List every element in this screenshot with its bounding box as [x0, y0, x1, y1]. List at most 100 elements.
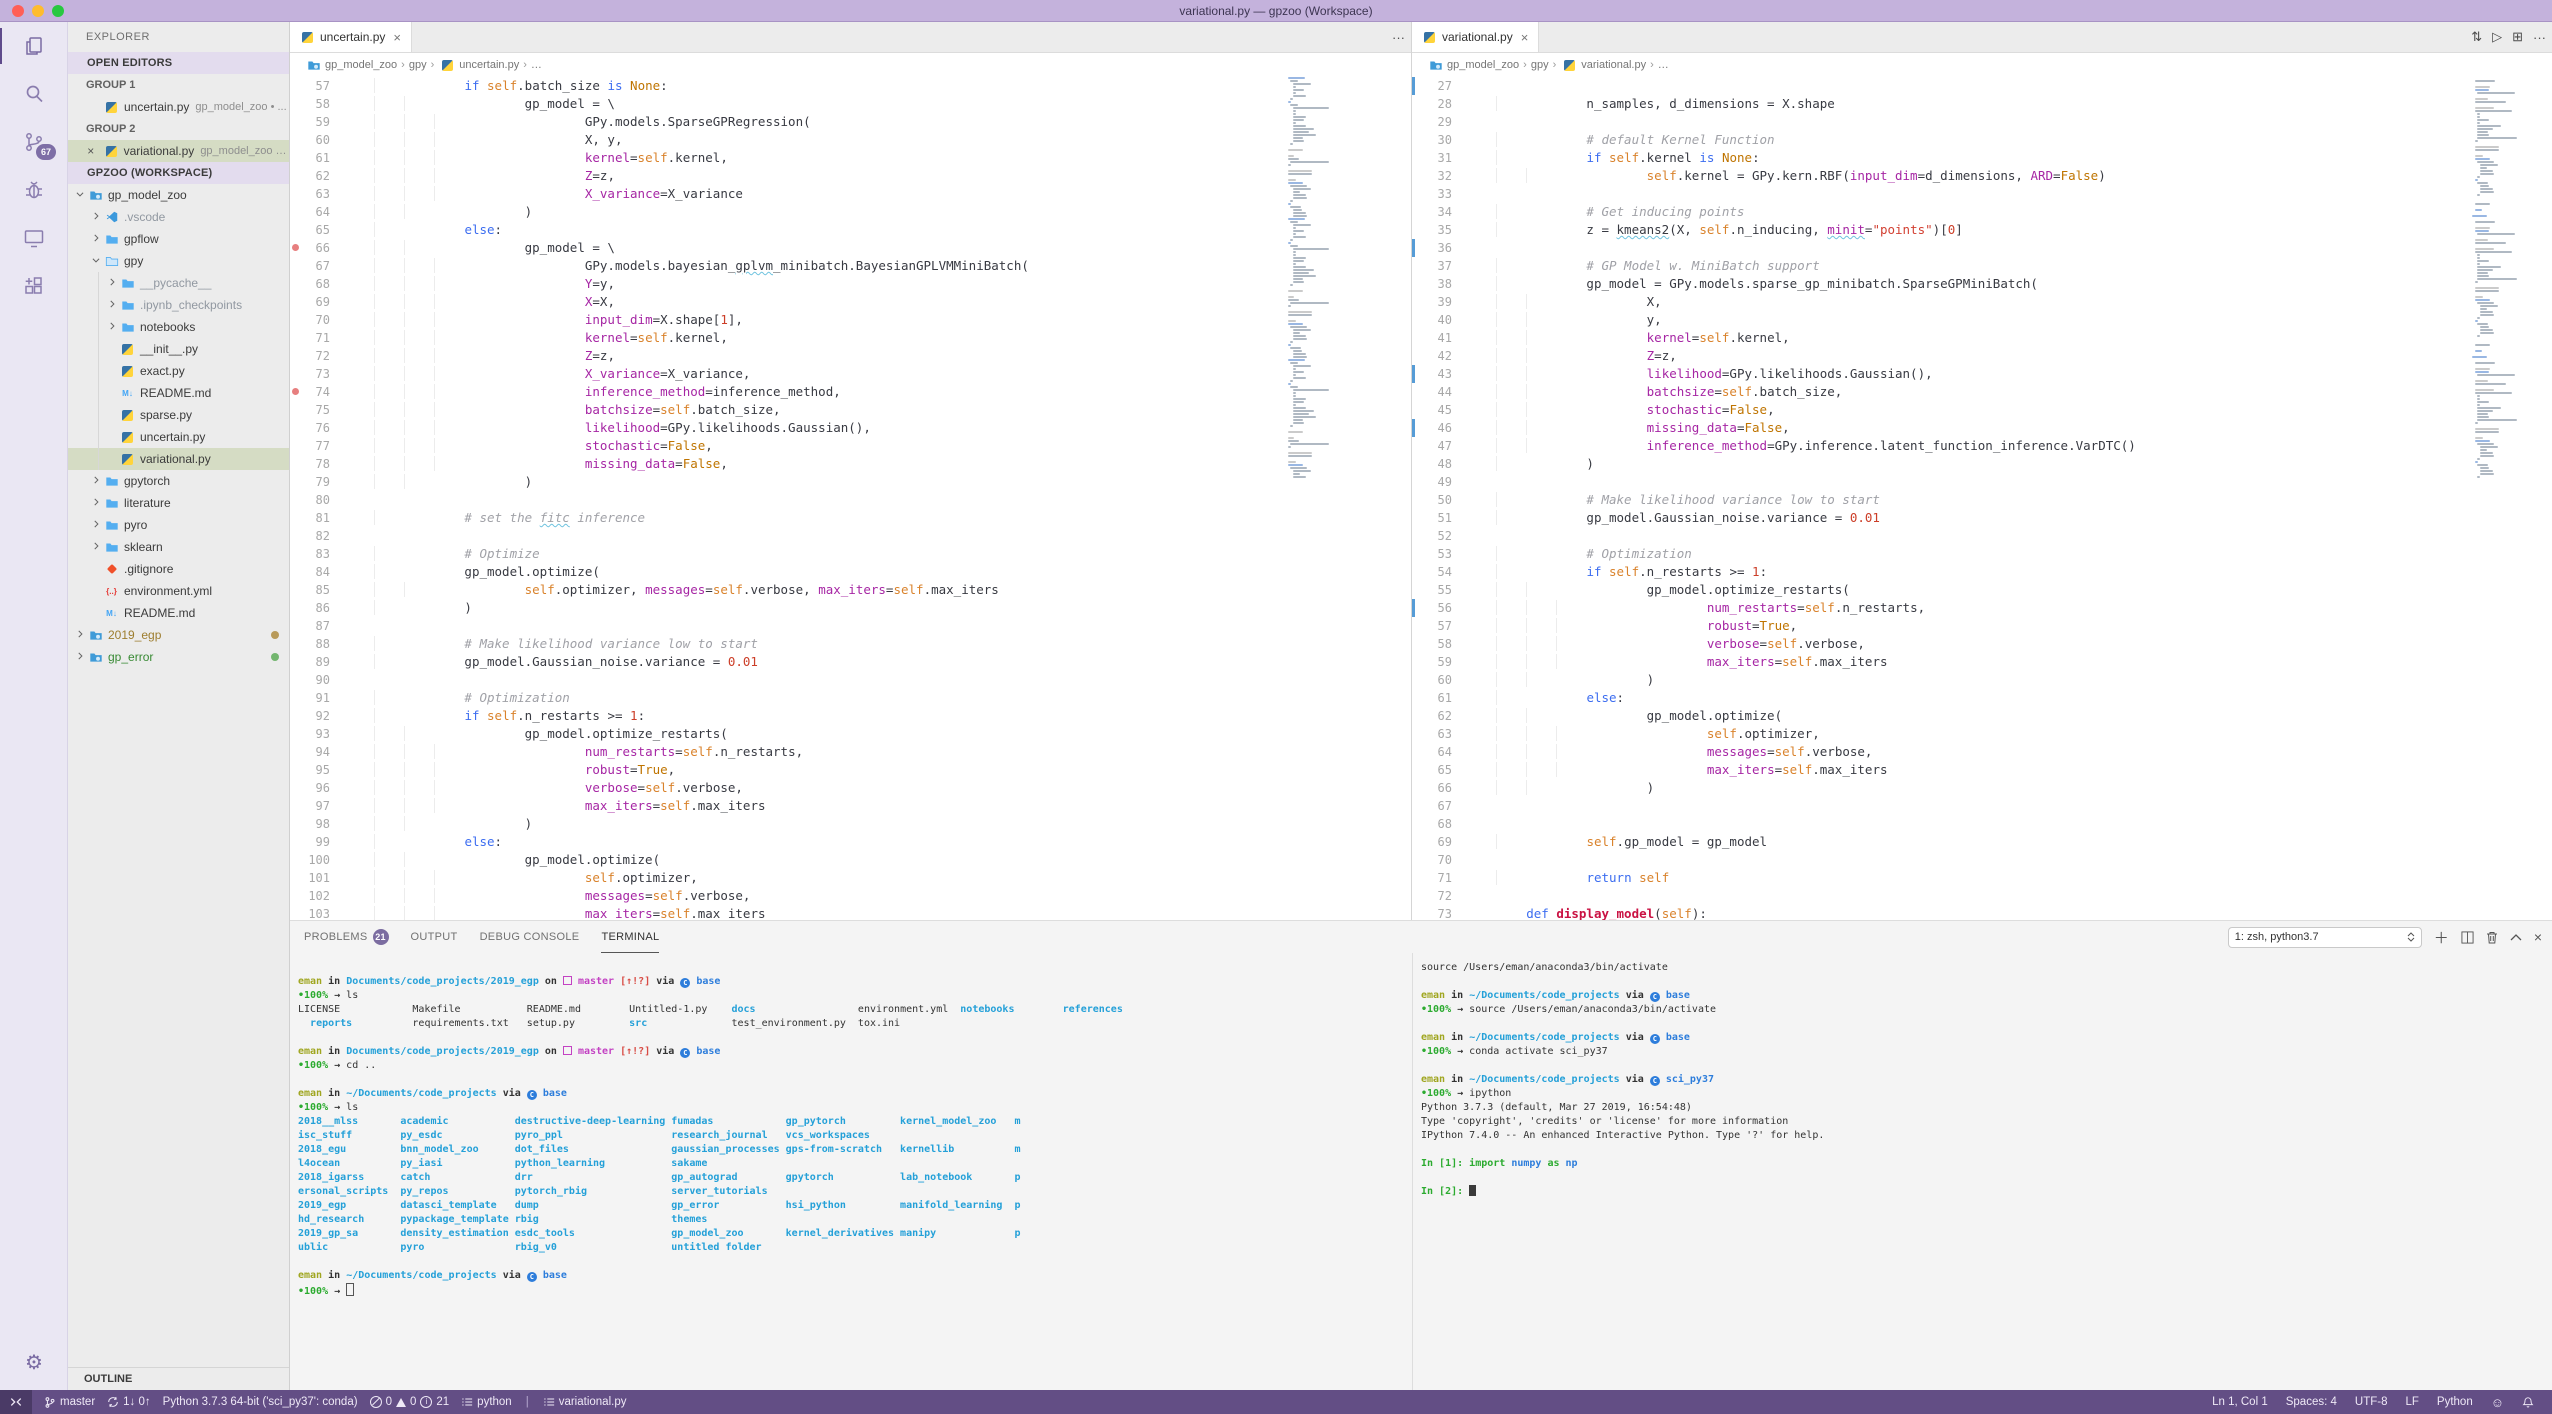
tree-item-gpflow[interactable]: gpflow	[68, 228, 289, 250]
breadcrumb-item[interactable]: gpy	[409, 59, 427, 71]
activity-extensions[interactable]	[0, 262, 68, 310]
remote-indicator[interactable]	[0, 1390, 32, 1414]
status-list[interactable]: variational.py	[543, 1396, 627, 1408]
tree-item-sklearn[interactable]: sklearn	[68, 536, 289, 558]
close-tab-icon[interactable]: ×	[1521, 30, 1529, 45]
feedback-smiley-icon[interactable]: ☺	[2491, 1395, 2504, 1410]
tree-item-pyro[interactable]: pyro	[68, 514, 289, 536]
split-terminal-button[interactable]	[2461, 931, 2474, 944]
tree-item-__init__.py[interactable]: __init__.py	[68, 338, 289, 360]
line-number: 47	[1412, 437, 1466, 455]
conda-icon: C	[1650, 1034, 1660, 1044]
status-problems[interactable]: 0021	[370, 1396, 450, 1408]
tree-item-environment.yml[interactable]: {..}environment.yml	[68, 580, 289, 602]
tree-item-.gitignore[interactable]: .gitignore	[68, 558, 289, 580]
code-line: 53 # Optimization	[1412, 545, 2552, 563]
tree-item-literature[interactable]: literature	[68, 492, 289, 514]
status-ln-1-col-1[interactable]: Ln 1, Col 1	[2212, 1396, 2268, 1408]
editor-action[interactable]: ···	[1392, 30, 1405, 45]
code-line: 32 self.kernel = GPy.kern.RBF(input_dim=…	[1412, 167, 2552, 185]
breadcrumb-item[interactable]: uncertain.py	[438, 58, 519, 72]
code-line: 90	[290, 671, 1411, 689]
editor-action[interactable]: ⊞	[2512, 29, 2523, 45]
new-terminal-button[interactable]: ＋	[2434, 927, 2449, 948]
panel-tab-debug-console[interactable]: DEBUG CONSOLE	[480, 921, 580, 953]
code-line: 102 messages=self.verbose,	[290, 887, 1411, 905]
status-branch[interactable]: master	[44, 1396, 95, 1409]
tree-item-README.md[interactable]: M↓README.md	[68, 382, 289, 404]
editor-action[interactable]: ▷	[2492, 29, 2502, 45]
code-line: 85 self.optimizer, messages=self.verbose…	[290, 581, 1411, 599]
terminal-select[interactable]: 1: zsh, python3.7	[2228, 927, 2422, 948]
activity-search[interactable]	[0, 70, 68, 118]
notifications-bell-icon[interactable]	[2522, 1396, 2534, 1409]
minimap[interactable]	[1283, 77, 1339, 479]
tree-item-gpytorch[interactable]: gpytorch	[68, 470, 289, 492]
terminal-left[interactable]: eman in Documents/code_projects/2019_egp…	[290, 953, 1412, 1390]
line-number: 60	[290, 131, 344, 149]
tree-item-gpy[interactable]: gpy	[68, 250, 289, 272]
kill-terminal-button[interactable]	[2486, 931, 2498, 944]
activity-explorer[interactable]	[0, 22, 68, 70]
tree-item-.vscode[interactable]: .vscode	[68, 206, 289, 228]
status-python-3-7-3-64-bit-sci-[interactable]: Python 3.7.3 64-bit ('sci_py37': conda)	[163, 1396, 358, 1408]
line-number: 69	[290, 293, 344, 311]
maximize-panel-button[interactable]	[2510, 933, 2522, 942]
tree-item-variational.py[interactable]: variational.py	[68, 448, 289, 470]
breadcrumb-more[interactable]: …	[531, 59, 542, 71]
breadcrumb-item[interactable]: gp_model_zoo	[325, 59, 397, 71]
code-editor[interactable]: 2728 n_samples, d_dimensions = X.shape29…	[1412, 77, 2552, 920]
activity-source-control[interactable]: 67	[0, 118, 68, 166]
tree-item-exact.py[interactable]: exact.py	[68, 360, 289, 382]
status-python[interactable]: Python	[2437, 1396, 2473, 1408]
line-number: 40	[1412, 311, 1466, 329]
tree-item-gp_model_zoo[interactable]: gp_model_zoo	[68, 184, 289, 206]
workspace-header[interactable]: GPZOO (WORKSPACE)	[68, 162, 289, 184]
python-icon	[120, 452, 135, 466]
status-list[interactable]: python	[461, 1396, 512, 1408]
panel-tab-output[interactable]: OUTPUT	[411, 921, 458, 953]
activity-remote-explorer[interactable]	[0, 214, 68, 262]
editor-action[interactable]: ···	[2533, 30, 2546, 45]
open-editor-variational.py[interactable]: ×variational.pygp_model_zoo • ...	[68, 140, 289, 162]
terminal-right[interactable]: source /Users/eman/anaconda3/bin/activat…	[1412, 953, 2552, 1390]
breadcrumb-item[interactable]: gpy	[1531, 59, 1549, 71]
code-editor[interactable]: 57 if self.batch_size is None:58 gp_mode…	[290, 77, 1411, 920]
line-number: 62	[290, 167, 344, 185]
open-editors-header[interactable]: OPEN EDITORS	[68, 52, 289, 74]
settings-gear-icon[interactable]: ⚙	[0, 1342, 68, 1382]
gutter-mark	[292, 388, 299, 395]
open-editor-uncertain.py[interactable]: uncertain.pygp_model_zoo • ...	[68, 96, 289, 118]
tab-variational.py[interactable]: variational.py×	[1412, 22, 1539, 52]
close-panel-button[interactable]: ×	[2534, 929, 2542, 945]
status-utf-8[interactable]: UTF-8	[2355, 1396, 2388, 1408]
line-number: 39	[1412, 293, 1466, 311]
tree-item-gp_error[interactable]: gp_error	[68, 646, 289, 668]
close-tab-icon[interactable]: ×	[393, 30, 401, 45]
line-number: 58	[290, 95, 344, 113]
status-spaces-4[interactable]: Spaces: 4	[2286, 1396, 2337, 1408]
status-dot	[271, 631, 279, 639]
editor-action[interactable]: ⇅	[2471, 29, 2482, 45]
panel-tab-problems[interactable]: PROBLEMS21	[304, 921, 389, 953]
tree-item-2019_egp[interactable]: 2019_egp	[68, 624, 289, 646]
panel-tab-terminal[interactable]: TERMINAL	[601, 921, 659, 953]
file-tree: gp_model_zoo.vscodegpflowgpy__pycache__.…	[68, 184, 289, 668]
breadcrumb-item[interactable]: variational.py	[1560, 58, 1646, 72]
tree-item-notebooks[interactable]: notebooks	[68, 316, 289, 338]
tree-item-__pycache__[interactable]: __pycache__	[68, 272, 289, 294]
tree-item-uncertain.py[interactable]: uncertain.py	[68, 426, 289, 448]
tree-item-.ipynb_checkpoints[interactable]: .ipynb_checkpoints	[68, 294, 289, 316]
breadcrumb-more[interactable]: …	[1658, 59, 1669, 71]
tab-uncertain.py[interactable]: uncertain.py×	[290, 22, 412, 52]
tree-item-README.md[interactable]: M↓README.md	[68, 602, 289, 624]
line-number: 59	[1412, 653, 1466, 671]
outline-section[interactable]: OUTLINE	[68, 1367, 289, 1390]
close-icon[interactable]: ×	[84, 144, 98, 158]
tree-item-sparse.py[interactable]: sparse.py	[68, 404, 289, 426]
status-lf[interactable]: LF	[2405, 1396, 2418, 1408]
activity-debug[interactable]	[0, 166, 68, 214]
breadcrumb-item[interactable]: gp_model_zoo	[1447, 59, 1519, 71]
minimap[interactable]	[2470, 77, 2526, 479]
status-sync[interactable]: 1↓ 0↑	[107, 1396, 151, 1408]
